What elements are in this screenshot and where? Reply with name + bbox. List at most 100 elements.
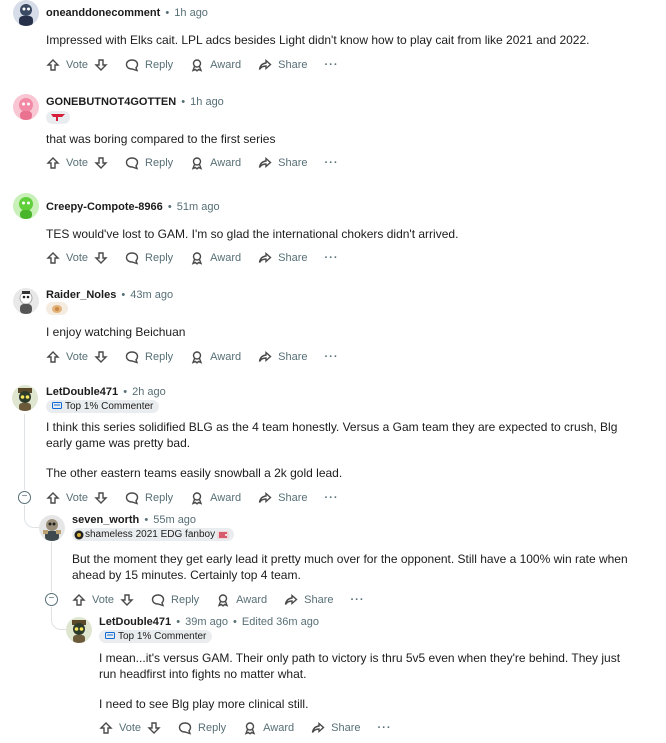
author-name[interactable]: oneanddonecomment	[46, 7, 160, 19]
share-button[interactable]: Share	[258, 251, 308, 265]
share-label: Share	[278, 157, 308, 169]
comment-meta: Creepy-Compote-8966 • 51m ago	[46, 201, 220, 213]
more-options-button[interactable]: ···	[325, 492, 339, 504]
downvote-icon[interactable]	[147, 721, 161, 735]
downvote-icon[interactable]	[94, 251, 108, 265]
author-name[interactable]: Raider_Noles	[46, 289, 116, 301]
edg-logo-icon	[217, 530, 230, 539]
separator-dot: •	[176, 616, 181, 628]
user-avatar[interactable]	[13, 0, 39, 26]
reply-icon	[125, 59, 139, 72]
flair-text: shameless 2021 EDG fanboy	[85, 529, 216, 540]
timestamp[interactable]: 55m ago	[153, 514, 196, 526]
author-name[interactable]: LetDouble471	[99, 616, 171, 628]
comment-paragraph: The other eastern teams easily snowball …	[46, 466, 343, 480]
upvote-icon[interactable]	[46, 491, 60, 505]
reply-button[interactable]: Reply	[125, 156, 173, 170]
award-button[interactable]: Award	[190, 156, 241, 170]
collapse-thread-button[interactable]: −	[45, 593, 58, 606]
timestamp[interactable]: 1h ago	[174, 7, 208, 19]
share-button[interactable]: Share	[258, 156, 308, 170]
share-label: Share	[304, 594, 334, 606]
user-avatar[interactable]	[13, 94, 39, 120]
user-avatar[interactable]	[13, 193, 39, 219]
award-button[interactable]: Award	[190, 491, 241, 505]
timestamp[interactable]: 2h ago	[132, 386, 166, 398]
comment-actions: Vote Reply Award Share ···	[46, 154, 356, 172]
separator-dot: •	[167, 201, 172, 213]
comment-meta: LetDouble471 • 2h ago	[46, 386, 166, 398]
author-name[interactable]: Creepy-Compote-8966	[46, 201, 163, 213]
user-avatar[interactable]	[13, 288, 39, 314]
comment-paragraph: But the moment they get early lead it pr…	[72, 552, 628, 582]
upvote-icon[interactable]	[72, 593, 86, 607]
award-button[interactable]: Award	[243, 721, 294, 735]
upvote-icon[interactable]	[46, 251, 60, 265]
award-button[interactable]: Award	[216, 593, 267, 607]
top-commenter-icon	[105, 632, 115, 639]
award-icon	[191, 59, 203, 72]
vote-label: Vote	[92, 594, 115, 606]
more-options-button[interactable]: ···	[325, 59, 339, 71]
team-logo-icon	[52, 304, 62, 313]
timestamp[interactable]: 43m ago	[130, 289, 173, 301]
upvote-icon[interactable]	[46, 156, 60, 170]
share-icon	[311, 721, 325, 734]
more-options-button[interactable]: ···	[378, 722, 392, 734]
comment-paragraph: I enjoy watching Beichuan	[46, 325, 186, 339]
downvote-icon[interactable]	[120, 593, 134, 607]
author-name[interactable]: seven_worth	[72, 514, 139, 526]
more-options-button[interactable]: ···	[325, 252, 339, 264]
share-button[interactable]: Share	[258, 491, 308, 505]
upvote-icon[interactable]	[46, 58, 60, 72]
more-options-button[interactable]: ···	[325, 351, 339, 363]
downvote-icon[interactable]	[94, 58, 108, 72]
share-button[interactable]: Share	[258, 350, 308, 364]
downvote-icon[interactable]	[94, 350, 108, 364]
timestamp[interactable]: 1h ago	[190, 96, 224, 108]
vote-label: Vote	[66, 252, 89, 264]
separator-dot: •	[165, 7, 170, 19]
reply-button[interactable]: Reply	[151, 593, 199, 607]
reply-button[interactable]: Reply	[125, 251, 173, 265]
upvote-icon[interactable]	[99, 721, 113, 735]
flair-text: Top 1% Commenter	[65, 401, 154, 412]
user-avatar[interactable]	[39, 515, 65, 541]
upvote-icon[interactable]	[46, 350, 60, 364]
comment-actions: Vote Reply Award Share ···	[99, 719, 409, 737]
timestamp[interactable]: 39m ago	[185, 616, 228, 628]
downvote-icon[interactable]	[94, 491, 108, 505]
timestamp[interactable]: 51m ago	[177, 201, 220, 213]
more-options-button[interactable]: ···	[351, 594, 365, 606]
user-avatar[interactable]	[66, 617, 92, 643]
award-label: Award	[210, 157, 242, 169]
reply-button[interactable]: Reply	[125, 58, 173, 72]
reply-button[interactable]: Reply	[125, 350, 173, 364]
comment-actions: Vote Reply Award Share ···	[46, 489, 356, 507]
comment-paragraph: Impressed with Elks cait. LPL adcs besid…	[46, 33, 590, 47]
comment-meta: LetDouble471 • 39m ago • Edited 36m ago	[99, 616, 319, 628]
share-button[interactable]: Share	[258, 58, 308, 72]
comment-actions: Vote Reply Award Share ···	[72, 591, 382, 609]
award-label: Award	[210, 59, 242, 71]
share-label: Share	[331, 722, 361, 734]
reply-button[interactable]: Reply	[125, 491, 173, 505]
flair-text: Top 1% Commenter	[118, 631, 207, 642]
more-options-button[interactable]: ···	[325, 157, 339, 169]
downvote-icon[interactable]	[94, 156, 108, 170]
reply-button[interactable]: Reply	[178, 721, 226, 735]
author-name[interactable]: LetDouble471	[46, 386, 118, 398]
user-flair: Top 1% Commenter	[46, 400, 160, 413]
collapse-thread-button[interactable]: −	[18, 491, 31, 504]
share-button[interactable]: Share	[311, 721, 361, 735]
comment-meta: seven_worth • 55m ago	[72, 514, 196, 526]
award-icon	[191, 351, 203, 364]
team-emblem-icon	[74, 530, 84, 539]
award-button[interactable]: Award	[190, 58, 241, 72]
award-button[interactable]: Award	[190, 350, 241, 364]
comment-paragraph: I mean...it's versus GAM. Their only pat…	[99, 651, 621, 681]
share-button[interactable]: Share	[284, 593, 334, 607]
award-button[interactable]: Award	[190, 251, 241, 265]
author-name[interactable]: GONEBUTNOT4GOTTEN	[46, 96, 176, 108]
user-avatar[interactable]	[12, 385, 38, 411]
